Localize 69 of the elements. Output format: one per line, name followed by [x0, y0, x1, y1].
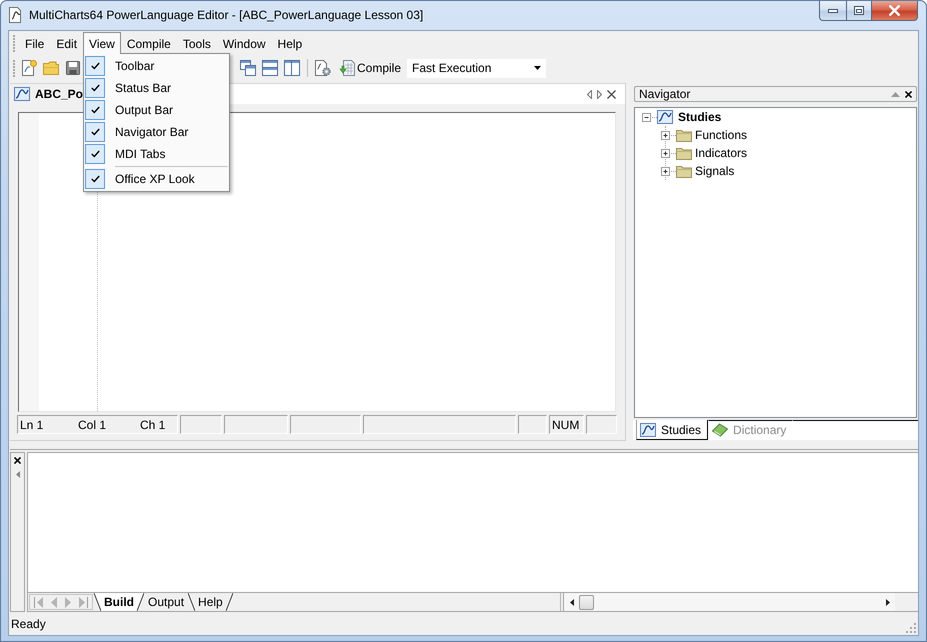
minimize-icon: [828, 8, 838, 12]
status-pane: [290, 415, 361, 434]
menu-bar-item[interactable]: File: [19, 32, 50, 54]
menu-item[interactable]: MDI Tabs: [85, 143, 228, 165]
menu-bar-item[interactable]: Compile: [120, 32, 177, 54]
status-text: Ready: [11, 616, 46, 630]
scroll-right-icon[interactable]: [886, 598, 890, 606]
navigator-title: Navigator: [639, 87, 690, 101]
caret-icon: [534, 66, 542, 70]
num-lock-indicator: NUM: [549, 415, 584, 434]
close-icon[interactable]: [905, 90, 912, 98]
menu-bar-item[interactable]: Tools: [176, 32, 217, 54]
tile-vertical-icon[interactable]: [284, 60, 300, 76]
folder-icon: [676, 128, 692, 142]
execution-mode-select[interactable]: Fast Execution: [407, 58, 546, 78]
expand-icon[interactable]: [661, 148, 676, 158]
grip-handle[interactable]: [13, 35, 16, 52]
window-title: MultiCharts64 PowerLanguage Editor - [ABC_PowerLanguage Lesson 03]: [29, 8, 424, 23]
maximize-button[interactable]: [846, 1, 872, 21]
line-indicator: Ln 1: [20, 418, 44, 432]
output-tab[interactable]: Help: [188, 593, 233, 611]
document-gear-icon[interactable]: [315, 60, 331, 76]
save-icon[interactable]: [65, 60, 81, 76]
menu-item[interactable]: Toolbar: [85, 55, 228, 77]
new-document-icon[interactable]: [21, 60, 37, 76]
output-tab[interactable]: Output: [144, 593, 188, 611]
collapse-icon[interactable]: [642, 112, 657, 122]
document-arrow-icon: [339, 60, 355, 76]
expand-icon[interactable]: [661, 166, 676, 176]
status-pane: [224, 415, 288, 434]
cascade-windows-icon[interactable]: [240, 60, 256, 76]
menu-bar-item[interactable]: View: [83, 32, 121, 54]
close-icon[interactable]: [607, 90, 616, 98]
menu-bar-item[interactable]: Help: [272, 32, 308, 54]
expand-icon[interactable]: [661, 130, 676, 140]
status-pane: [518, 415, 547, 434]
resize-grip-icon[interactable]: [906, 623, 916, 633]
book-icon: [712, 423, 728, 437]
compile-button[interactable]: Compile: [337, 57, 404, 79]
menu-item[interactable]: Navigator Bar: [85, 121, 228, 143]
menu-bar-item[interactable]: Edit: [50, 32, 84, 54]
menu-bar-item[interactable]: Window: [216, 32, 272, 54]
scroll-left-icon[interactable]: [570, 598, 574, 606]
curve-icon: [657, 110, 673, 124]
close-button[interactable]: [871, 1, 918, 21]
tree-item[interactable]: Indicators: [695, 146, 748, 160]
document-icon: [8, 7, 24, 23]
horizontal-scrollbar[interactable]: [563, 593, 895, 611]
maximize-icon: [854, 6, 864, 15]
column-indicator: Col 1: [78, 418, 106, 432]
scrollbar-thumb[interactable]: [579, 594, 594, 610]
navigator-tab[interactable]: Studies: [636, 420, 708, 440]
tile-horizontal-icon[interactable]: [262, 60, 278, 76]
tree-item[interactable]: Studies: [678, 110, 722, 124]
minimize-button[interactable]: [819, 1, 847, 21]
tree-item[interactable]: Functions: [695, 128, 748, 142]
menu-item[interactable]: Office XP Look: [85, 168, 228, 190]
close-icon[interactable]: [14, 457, 21, 464]
curve-icon: [14, 87, 30, 101]
status-pane: [180, 415, 222, 434]
tree-item[interactable]: Signals: [695, 164, 734, 178]
status-pane: [586, 415, 617, 434]
folder-icon: [676, 146, 692, 160]
char-indicator: Ch 1: [140, 418, 166, 432]
folder-icon: [676, 164, 692, 178]
curve-icon: [640, 422, 656, 436]
left-arrow-icon[interactable]: [16, 471, 20, 478]
output-tab[interactable]: Build: [94, 593, 144, 611]
grip-handle[interactable]: [13, 60, 16, 76]
